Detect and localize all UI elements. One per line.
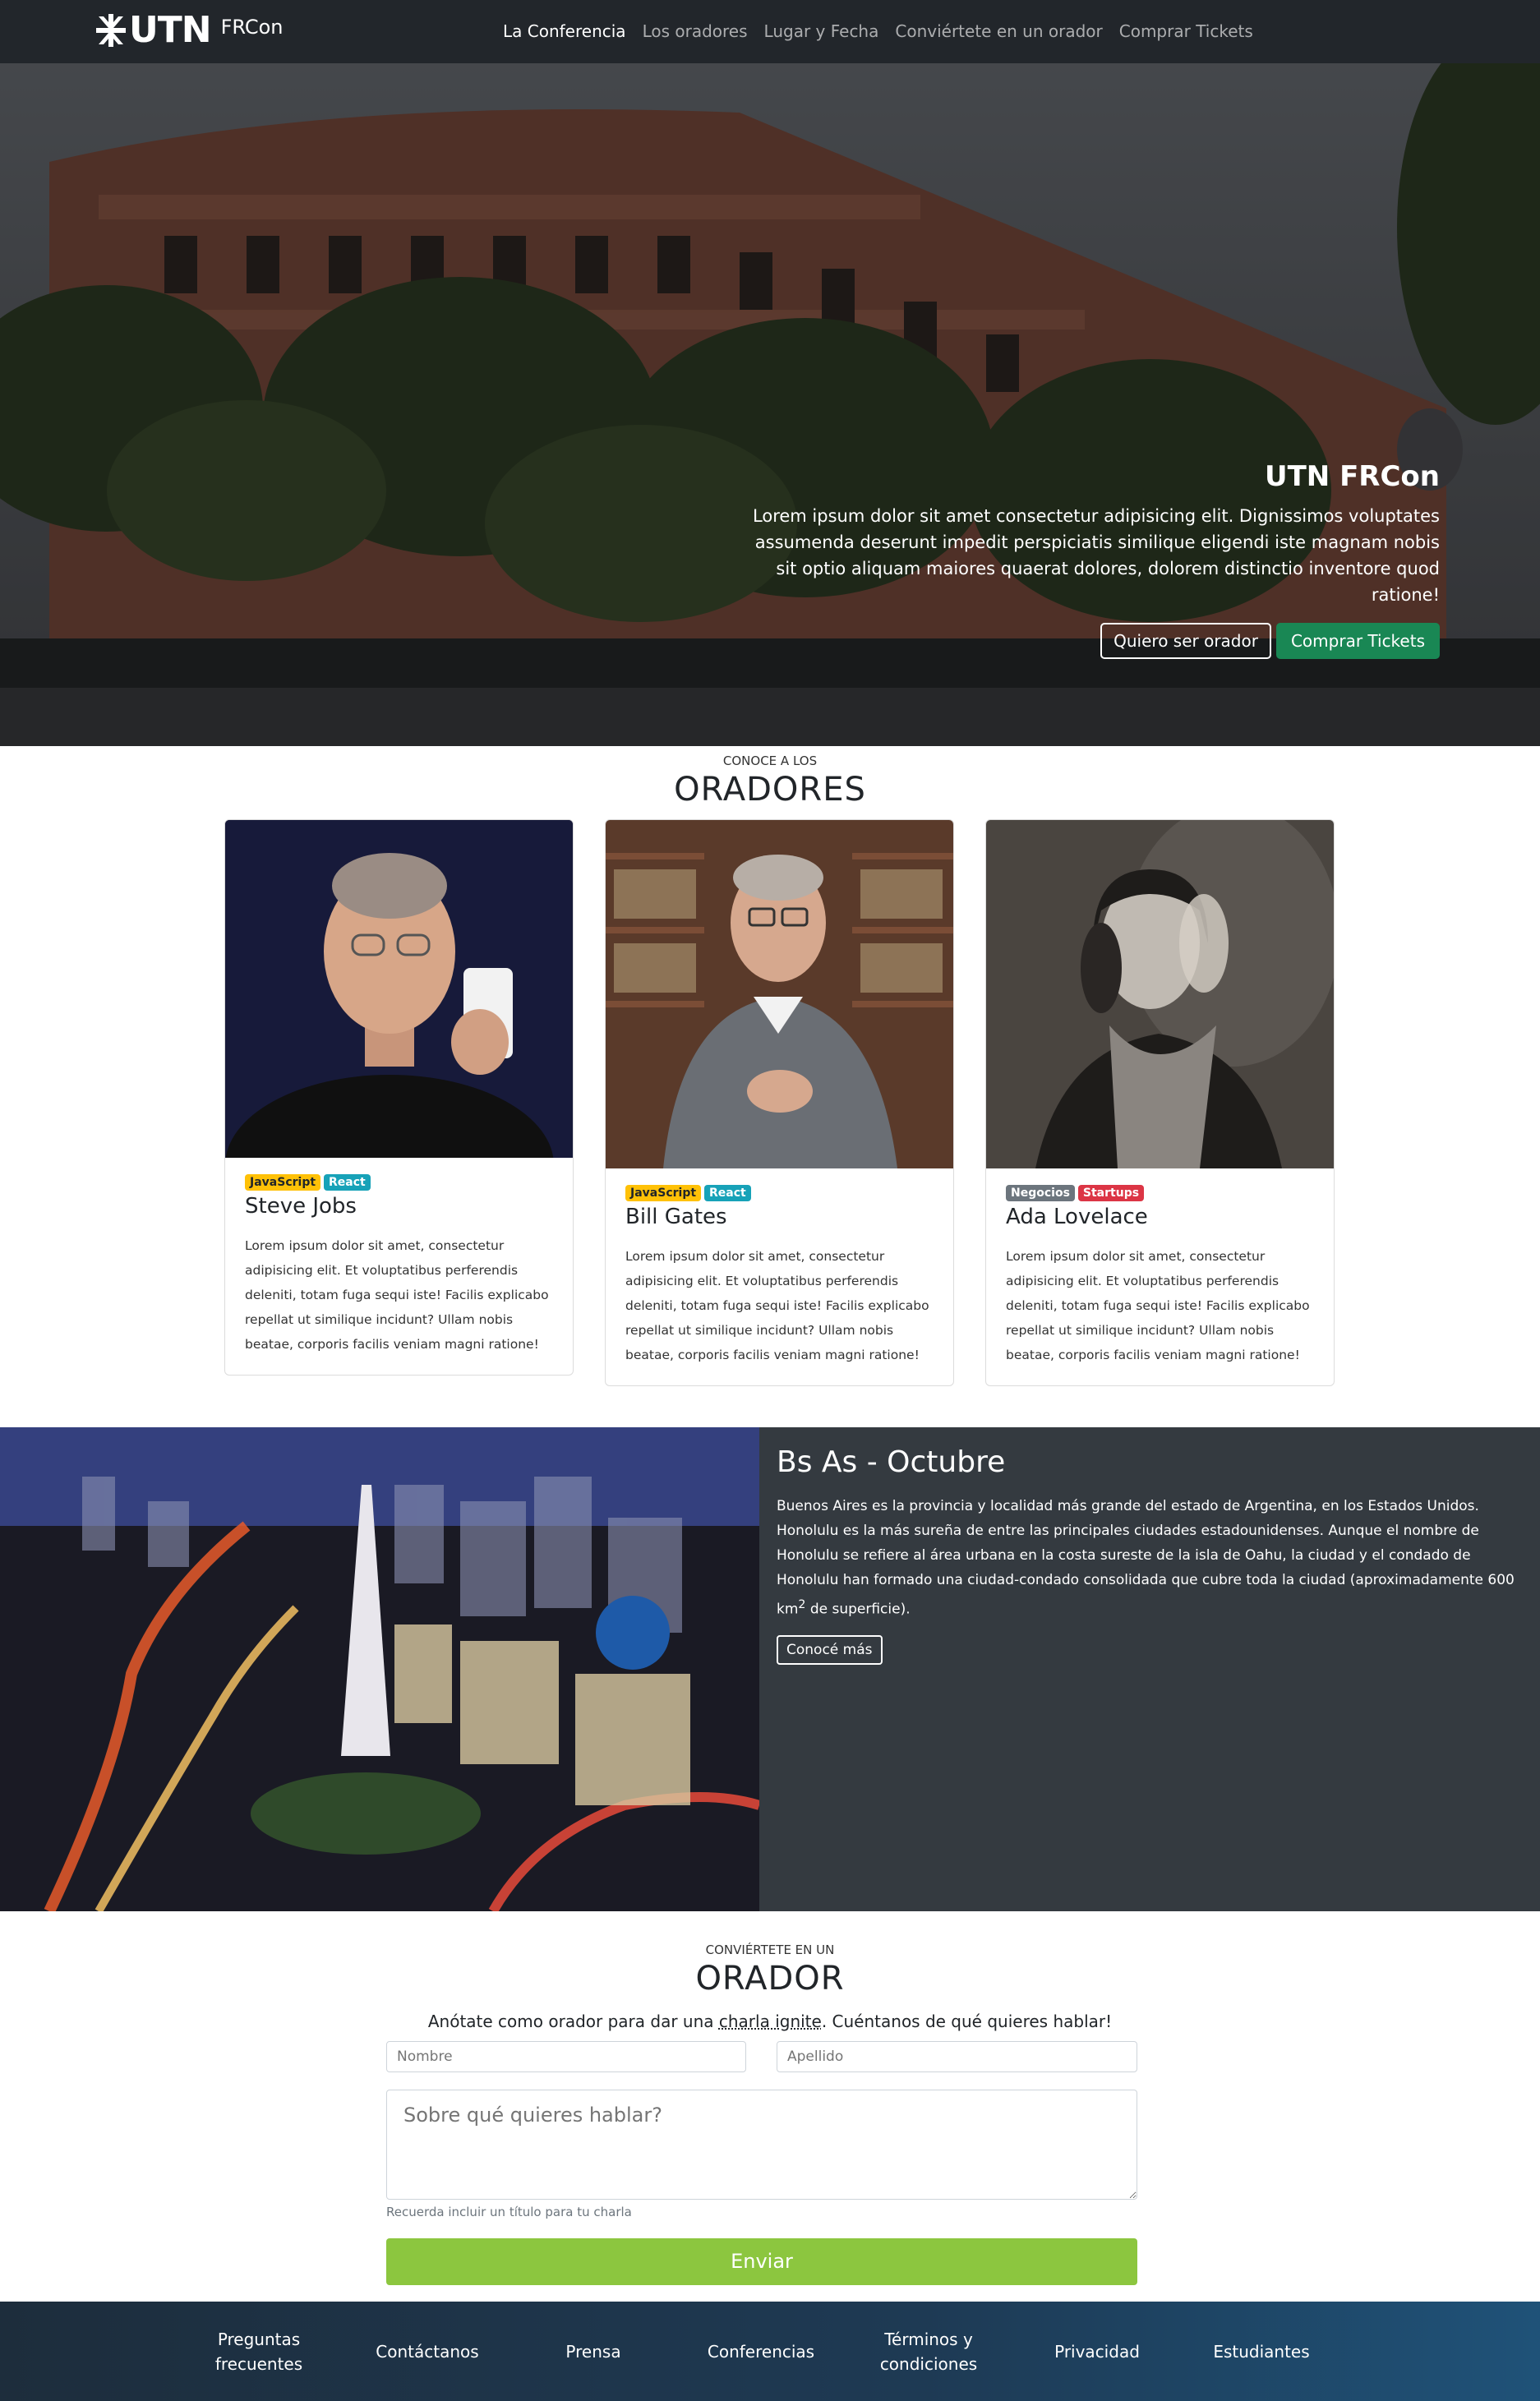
speaker-photo xyxy=(225,820,573,1158)
hero-text: Lorem ipsum dolor sit amet consectetur a… xyxy=(753,506,1440,605)
footer-link-contact[interactable]: Contáctanos xyxy=(362,2302,493,2401)
venue-info: Bs As - Octubre Buenos Aires es la provi… xyxy=(777,1445,1526,1665)
footer-link-terms[interactable]: Términos y condiciones xyxy=(871,2302,986,2401)
hero-buttons: Quiero ser orador Comprar Tickets xyxy=(733,623,1440,659)
speaker-name: Ada Lovelace xyxy=(1006,1205,1148,1229)
ada-lovelace-photo xyxy=(986,820,1334,1168)
nav-link-los-oradores[interactable]: Los oradores xyxy=(643,21,748,41)
speakers-heading: ORADORES xyxy=(674,771,866,809)
brand-utn-text: UTN xyxy=(129,9,212,51)
nav-link-conviertete-orador[interactable]: Conviértete en un orador xyxy=(895,21,1102,41)
last-name-input[interactable] xyxy=(777,2041,1137,2072)
venue-section: Bs As - Octubre Buenos Aires es la provi… xyxy=(0,1427,1540,1911)
submit-button[interactable]: Enviar xyxy=(386,2238,1137,2285)
speaker-photo xyxy=(606,820,953,1168)
speaker-badges: JavaScript React xyxy=(625,1185,934,1201)
learn-more-button[interactable]: Conocé más xyxy=(777,1634,883,1665)
speaker-name: Bill Gates xyxy=(625,1205,727,1229)
venue-description-text: Buenos Aires es la provincia y localidad… xyxy=(777,1498,1515,1618)
tag-badge: JavaScript xyxy=(245,1174,321,1191)
form-help-text: Recuerda incluir un título para tu charl… xyxy=(386,2205,632,2219)
speaker-card-steve-jobs: JavaScript React Steve Jobs Lorem ipsum … xyxy=(224,819,574,1376)
first-name-input[interactable] xyxy=(386,2041,746,2072)
footer-link-privacy[interactable]: Privacidad xyxy=(1035,2302,1159,2401)
tag-badge: React xyxy=(704,1185,751,1201)
speaker-badges: Negocios Startups xyxy=(1006,1185,1314,1201)
utn-emblem-icon xyxy=(96,14,126,47)
speaker-bio: Lorem ipsum dolor sit amet, consectetur … xyxy=(245,1238,549,1352)
hero-title: UTN FRCon xyxy=(1264,460,1440,493)
nav-links: La Conferencia Los oradores Lugar y Fech… xyxy=(503,21,1270,41)
footer: Preguntas frecuentes Contáctanos Prensa … xyxy=(0,2302,1540,2401)
venue-description-end: de superficie). xyxy=(805,1601,911,1618)
form-heading: ORADOR xyxy=(695,1960,845,1998)
hero-section: UTN FRCon Lorem ipsum dolor sit amet con… xyxy=(0,63,1540,746)
speaker-badges: JavaScript React xyxy=(245,1174,553,1191)
speakers-kicker: CONOCE A LOS xyxy=(722,753,818,768)
hero-content: UTN FRCon Lorem ipsum dolor sit amet con… xyxy=(733,460,1440,659)
tag-badge: JavaScript xyxy=(625,1185,702,1201)
form-kicker: CONVIÉRTETE EN UN xyxy=(705,1942,835,1957)
speaker-bio: Lorem ipsum dolor sit amet, consectetur … xyxy=(1006,1249,1310,1362)
nav-link-la-conferencia[interactable]: La Conferencia xyxy=(503,21,626,41)
speaker-card-ada-lovelace: Negocios Startups Ada Lovelace Lorem ips… xyxy=(985,819,1335,1386)
footer-link-students[interactable]: Estudiantes xyxy=(1200,2302,1323,2401)
form-intro-text: Anótate como orador para dar una xyxy=(427,2012,719,2031)
form-intro-end: . Cuéntanos de qué quieres hablar! xyxy=(821,2012,1113,2031)
tag-badge: Startups xyxy=(1077,1185,1145,1201)
tag-badge: Negocios xyxy=(1006,1185,1075,1201)
speaker-card-body: JavaScript React Steve Jobs Lorem ipsum … xyxy=(225,1158,573,1375)
footer-link-conferences[interactable]: Conferencias xyxy=(695,2302,827,2401)
speaker-bio: Lorem ipsum dolor sit amet, consectetur … xyxy=(625,1249,929,1362)
venue-title: Bs As - Octubre xyxy=(777,1445,1006,1479)
bill-gates-photo xyxy=(606,820,953,1168)
footer-link-faq[interactable]: Preguntas frecuentes xyxy=(210,2302,308,2401)
buenos-aires-obelisk-photo xyxy=(0,1427,759,1911)
navbar: UTN FRCon La Conferencia Los oradores Lu… xyxy=(0,0,1540,63)
steve-jobs-photo xyxy=(225,820,573,1158)
speaker-card-body: Negocios Startups Ada Lovelace Lorem ips… xyxy=(986,1168,1334,1385)
become-speaker-button[interactable]: Quiero ser orador xyxy=(1100,623,1271,659)
speaker-photo xyxy=(986,820,1334,1168)
buy-tickets-button[interactable]: Comprar Tickets xyxy=(1275,623,1440,659)
speaker-card-body: JavaScript React Bill Gates Lorem ipsum … xyxy=(606,1168,953,1385)
tag-badge: React xyxy=(324,1174,371,1191)
speaker-name: Steve Jobs xyxy=(245,1194,357,1219)
form-intro-abbr: charla ignite xyxy=(718,2012,822,2031)
footer-link-press[interactable]: Prensa xyxy=(544,2302,643,2401)
venue-description: Buenos Aires es la provincia y localidad… xyxy=(777,1494,1526,1622)
nav-link-comprar-tickets[interactable]: Comprar Tickets xyxy=(1119,21,1253,41)
form-intro: Anótate como orador para dar una charla … xyxy=(0,2012,1540,2031)
talk-topic-textarea[interactable] xyxy=(386,2090,1137,2200)
venue-photo xyxy=(0,1427,759,1911)
brand-frcon-text: FRCon xyxy=(220,16,284,39)
brand-logo-link[interactable]: UTN FRCon xyxy=(96,12,284,48)
nav-link-lugar-y-fecha[interactable]: Lugar y Fecha xyxy=(764,21,879,41)
speaker-card-bill-gates: JavaScript React Bill Gates Lorem ipsum … xyxy=(605,819,954,1386)
